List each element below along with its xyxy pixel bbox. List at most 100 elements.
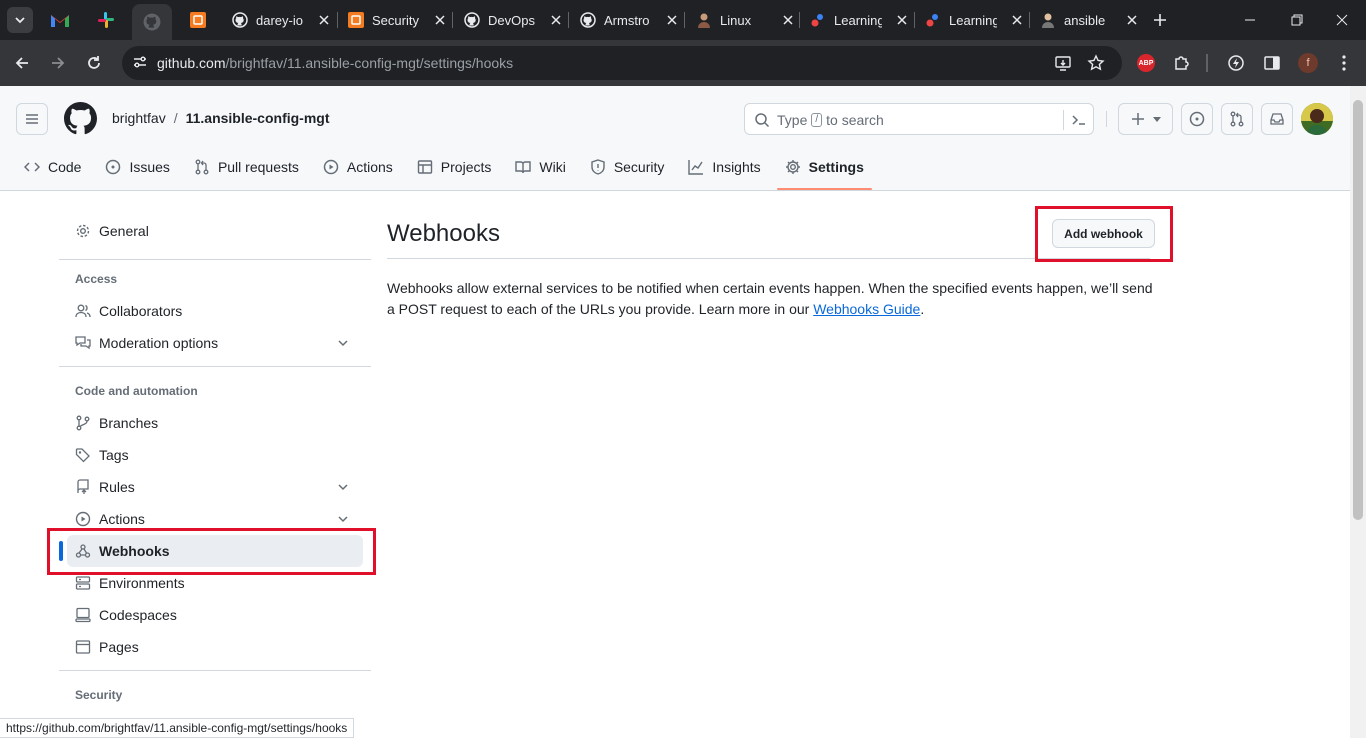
close-icon[interactable] <box>548 12 564 28</box>
tab-projects[interactable]: Projects <box>409 148 500 186</box>
sidebar-item-rules[interactable]: Rules <box>67 471 363 503</box>
create-new-button[interactable] <box>1118 103 1173 135</box>
close-icon[interactable] <box>1124 12 1140 28</box>
bookmark-star-icon[interactable] <box>1087 54 1105 72</box>
table-icon <box>417 160 432 174</box>
sidebar-item-general[interactable]: General <box>67 215 363 247</box>
pinned-tab-slack[interactable] <box>94 8 118 32</box>
browser-tab-strip: darey-io Security DevOps Armstro Linux L… <box>0 0 1366 40</box>
inbox-button[interactable] <box>1261 103 1293 135</box>
sidebar-item-branches[interactable]: Branches <box>67 407 363 439</box>
forward-button[interactable] <box>46 51 70 75</box>
browser-tab[interactable]: Learning <box>810 6 910 34</box>
performance-button[interactable] <box>1226 53 1246 73</box>
tab-security[interactable]: Security <box>582 148 673 186</box>
restore-button[interactable] <box>1287 10 1307 30</box>
inbox-icon <box>1270 113 1284 125</box>
tab-title: darey-io <box>256 12 303 28</box>
close-window-button[interactable] <box>1332 10 1352 30</box>
tab-title: Security <box>372 12 419 28</box>
kebab-menu-icon <box>1342 55 1346 71</box>
tab-search-button[interactable] <box>7 7 33 33</box>
sidebar-item-codespaces[interactable]: Codespaces <box>67 599 363 631</box>
tab-insights[interactable]: Insights <box>680 148 768 186</box>
minimize-button[interactable] <box>1240 10 1260 30</box>
tab-separator <box>1029 12 1030 28</box>
url-host: github.com <box>157 55 226 71</box>
page-scrollbar[interactable] <box>1350 86 1366 738</box>
issue-opened-icon <box>106 159 121 175</box>
issues-button[interactable] <box>1181 103 1213 135</box>
tab-actions[interactable]: Actions <box>315 148 401 186</box>
browser-tab[interactable]: darey-io <box>232 6 332 34</box>
browser-tab[interactable]: Learning <box>925 6 1025 34</box>
learning-icon <box>925 12 941 28</box>
sidebar-item-label: Actions <box>99 511 145 527</box>
sidebar-item-label: Environments <box>99 575 185 591</box>
repo-name-link[interactable]: 11.ansible-config-mgt <box>186 110 330 126</box>
tab-label: Insights <box>712 159 761 175</box>
code-icon <box>24 162 40 172</box>
browser-tab[interactable]: DevOps <box>464 6 564 34</box>
tab-pull-requests[interactable]: Pull requests <box>186 148 307 186</box>
adblock-extension[interactable]: ABP <box>1136 53 1156 73</box>
close-icon[interactable] <box>894 12 910 28</box>
sidebar-item-pages[interactable]: Pages <box>67 631 363 663</box>
sidebar-item-tags[interactable]: Tags <box>67 439 363 471</box>
tab-label: Issues <box>129 159 170 175</box>
close-icon[interactable] <box>1009 12 1025 28</box>
hamburger-icon <box>26 114 38 124</box>
github-logo-icon[interactable] <box>64 102 97 135</box>
user-avatar[interactable] <box>1301 103 1333 135</box>
chevron-down-icon <box>15 17 25 24</box>
search-input[interactable]: Type / to search <box>744 103 1094 135</box>
pinned-tab-gmail[interactable] <box>48 8 72 32</box>
github-icon <box>580 12 596 28</box>
back-button[interactable] <box>10 51 34 75</box>
install-app-icon[interactable] <box>1054 54 1072 72</box>
extensions-button[interactable] <box>1172 53 1192 73</box>
pinned-tab-darey[interactable] <box>186 8 210 32</box>
sidebar-item-collaborators[interactable]: Collaborators <box>67 295 363 327</box>
tab-title: Learning <box>834 12 882 28</box>
sidebar-item-label: General <box>99 223 149 239</box>
pull-requests-button[interactable] <box>1221 103 1253 135</box>
webhooks-guide-link[interactable]: Webhooks Guide <box>813 301 920 317</box>
browser-tab[interactable]: Security <box>348 6 448 34</box>
sidebar-divider <box>59 366 371 367</box>
darey-icon <box>348 12 364 28</box>
new-tab-button[interactable] <box>1150 10 1170 30</box>
tab-code[interactable]: Code <box>16 148 89 186</box>
browser-menu-button[interactable] <box>1334 53 1354 73</box>
active-tab-github[interactable] <box>132 4 172 40</box>
side-panel-button[interactable] <box>1262 53 1282 73</box>
scrollbar-thumb[interactable] <box>1353 100 1363 520</box>
tab-label: Wiki <box>539 159 566 175</box>
browser-tab[interactable]: Armstro <box>580 6 680 34</box>
sidebar-item-label: Pages <box>99 639 139 655</box>
browser-tab[interactable]: ansible <box>1040 6 1140 34</box>
reload-button[interactable] <box>82 51 106 75</box>
global-nav-menu-button[interactable] <box>16 103 48 135</box>
close-icon[interactable] <box>780 12 796 28</box>
address-bar[interactable]: github.com/brightfav/11.ansible-config-m… <box>122 46 1122 80</box>
annotation-highlight-webhooks <box>47 528 376 575</box>
comment-discussion-icon <box>75 336 91 350</box>
tab-issues[interactable]: Issues <box>97 148 177 186</box>
command-palette-icon[interactable] <box>1071 112 1087 128</box>
profile-button[interactable]: f <box>1298 53 1318 73</box>
link-status-bar: https://github.com/brightfav/11.ansible-… <box>0 718 355 738</box>
close-icon[interactable] <box>664 12 680 28</box>
tab-wiki[interactable]: Wiki <box>507 148 573 186</box>
tab-title: ansible <box>1064 12 1106 28</box>
tab-label: Projects <box>440 159 492 175</box>
sidebar-item-moderation[interactable]: Moderation options <box>67 327 363 359</box>
arrow-right-icon <box>52 57 65 69</box>
browser-tab[interactable]: Linux <box>696 6 796 34</box>
close-icon[interactable] <box>432 12 448 28</box>
site-settings-icon[interactable] <box>132 54 148 70</box>
tab-title: Learning <box>949 12 997 28</box>
repo-owner-link[interactable]: brightfav <box>112 110 166 126</box>
tab-settings[interactable]: Settings <box>776 148 873 190</box>
close-icon[interactable] <box>316 12 332 28</box>
